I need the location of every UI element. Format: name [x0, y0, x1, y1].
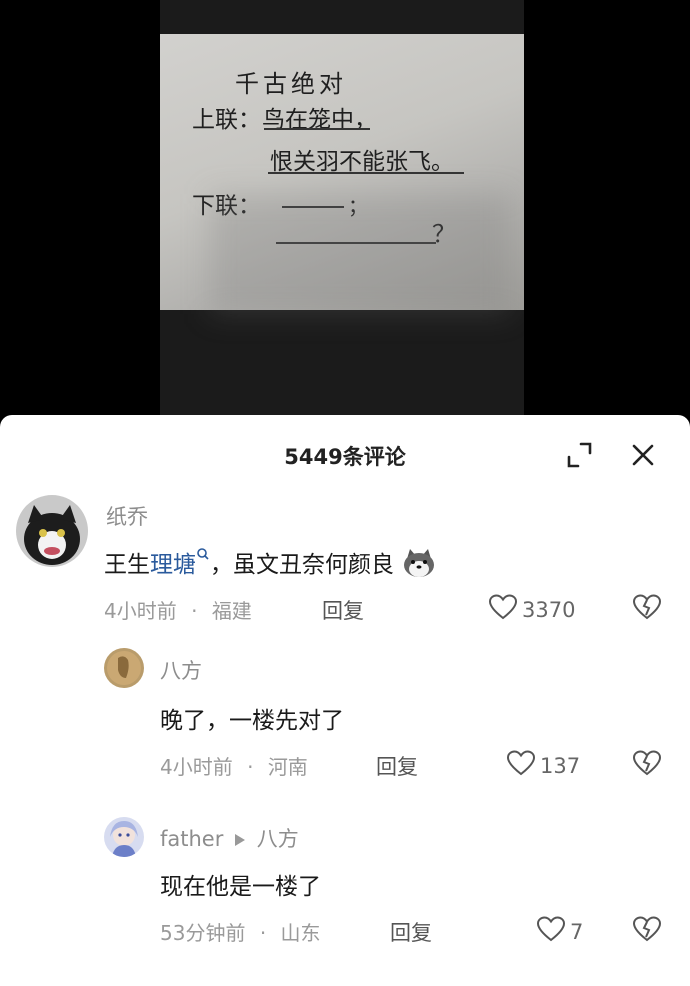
underline: [264, 128, 370, 130]
comment-text-part: ，虽文丑奈何颜良: [210, 552, 394, 578]
like-button[interactable]: 137: [506, 749, 580, 782]
underline: [268, 172, 464, 174]
comments-panel: 5449条评论 纸乔 王生理塘 ，虽文丑奈何颜良 4小时前 · 福建 回复 33…: [0, 415, 690, 986]
like-button[interactable]: 7: [536, 915, 583, 948]
comment-time: 53分钟前: [160, 921, 246, 945]
reply-button[interactable]: 回复: [376, 751, 418, 781]
blank-line: [282, 206, 344, 208]
comment-text: 王生理塘 ，虽文丑奈何颜良: [104, 545, 437, 585]
blank-1-end: ；: [348, 194, 368, 218]
broken-heart-icon[interactable]: [632, 915, 662, 947]
like-button[interactable]: 3370: [488, 593, 575, 626]
comment-time: 4小时前: [160, 755, 233, 779]
couplet-title: 千古绝对: [235, 70, 347, 98]
heart-icon: [488, 593, 518, 626]
reply-to-username[interactable]: 八方: [257, 827, 299, 851]
play-triangle-icon: [234, 828, 246, 852]
search-icon[interactable]: [196, 548, 210, 578]
comment-text: 现在他是一楼了: [160, 874, 321, 900]
lower-label: 下联：: [192, 193, 261, 219]
reply-button[interactable]: 回复: [390, 917, 432, 947]
comment-username[interactable]: father: [160, 827, 223, 851]
comment-meta: 53分钟前 · 山东: [160, 921, 321, 945]
blank-line: [276, 242, 436, 244]
upper-label: 上联：: [192, 107, 261, 133]
comment-username-row: father 八方: [160, 823, 299, 853]
reply-button[interactable]: 回复: [322, 595, 364, 625]
comment-username[interactable]: 八方: [160, 655, 202, 685]
comment-username[interactable]: 纸乔: [106, 501, 148, 531]
like-count: 7: [570, 919, 584, 944]
video-area[interactable]: 千古绝对 上联： 鸟在笼中， 恨关羽不能张飞。 下联： ； ？: [0, 0, 690, 415]
broken-heart-icon[interactable]: [632, 749, 662, 781]
comment-text-part: 王生: [104, 552, 150, 578]
like-count: 137: [540, 753, 581, 778]
comment-time: 4小时前: [104, 599, 177, 623]
heart-icon: [506, 749, 536, 782]
blank-2-end: ？: [432, 220, 456, 248]
dog-emoji-icon: [401, 547, 437, 585]
handwritten-paper: 千古绝对 上联： 鸟在笼中， 恨关羽不能张飞。 下联： ； ？: [160, 34, 524, 310]
comment-meta: 4小时前 · 河南: [160, 755, 308, 779]
avatar[interactable]: [104, 817, 144, 857]
search-link[interactable]: 理塘: [150, 552, 196, 578]
like-count: 3370: [522, 597, 576, 622]
close-icon[interactable]: [625, 437, 661, 473]
comment-text: 晚了，一楼先对了: [160, 708, 344, 734]
comment-location: 山东: [280, 921, 321, 945]
shrink-icon[interactable]: [561, 437, 597, 473]
video-frame: 千古绝对 上联： 鸟在笼中， 恨关羽不能张飞。 下联： ； ？: [160, 0, 524, 415]
comment-location: 福建: [211, 599, 252, 623]
comment-meta: 4小时前 · 福建: [104, 599, 252, 623]
avatar[interactable]: [104, 648, 144, 688]
avatar[interactable]: [16, 495, 88, 567]
heart-icon: [536, 915, 566, 948]
upper-line-2: 恨关羽不能张飞。: [270, 149, 454, 175]
comment-location: 河南: [267, 755, 308, 779]
broken-heart-icon[interactable]: [632, 593, 662, 625]
